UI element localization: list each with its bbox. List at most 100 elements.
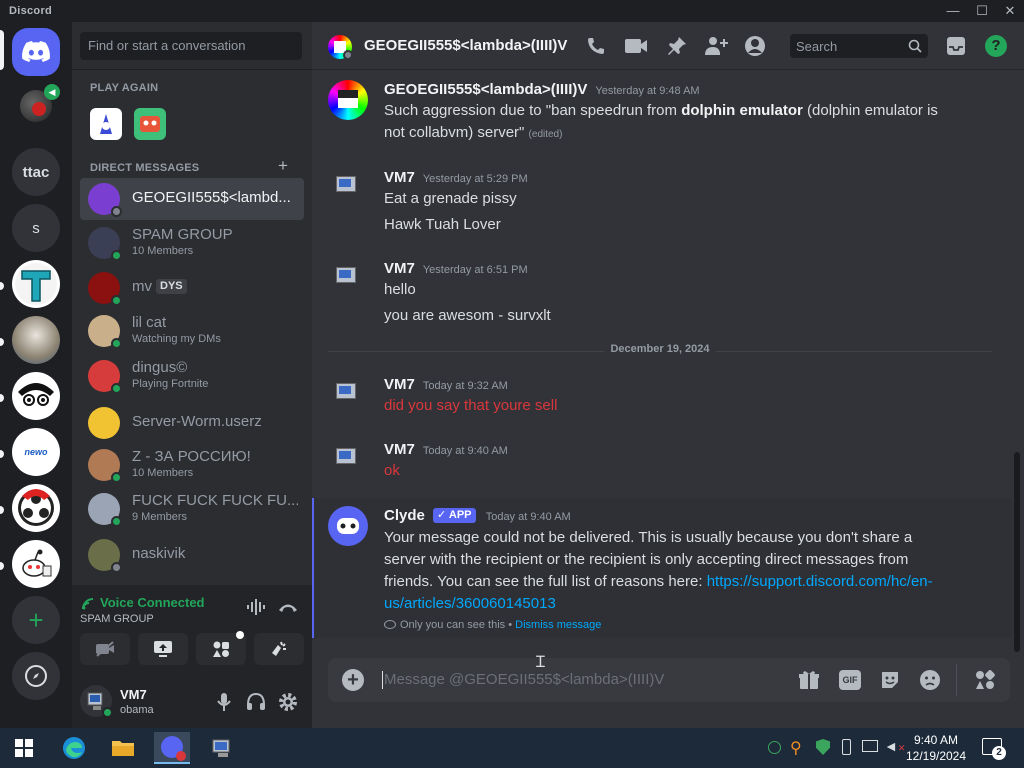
user-name: VM7 — [120, 687, 147, 702]
explore-button[interactable] — [12, 652, 60, 700]
server-ttac[interactable]: ttac — [12, 148, 60, 196]
volume-muted-icon[interactable]: ◄✕ — [884, 738, 905, 754]
disconnect-icon — [279, 604, 297, 612]
tray-status-icon[interactable] — [768, 741, 781, 754]
message-author[interactable]: GEOEGII555$<lambda>(IIII)V — [384, 81, 587, 98]
message-avatar[interactable] — [328, 168, 368, 208]
server-face[interactable] — [12, 372, 60, 420]
maximize-button[interactable]: ☐ — [971, 2, 993, 20]
dm-subtext: 9 Members — [132, 511, 188, 523]
tray-search-icon[interactable]: ⚲ — [790, 738, 802, 758]
message-text: you are awesom - survxlt — [384, 307, 551, 324]
gift-icon[interactable] — [798, 669, 820, 691]
microphone-icon[interactable] — [216, 692, 232, 712]
server-cat[interactable] — [12, 316, 60, 364]
server-obs[interactable] — [12, 484, 60, 532]
camera-off-button[interactable] — [80, 633, 130, 665]
dm-item[interactable]: Z - ЗА РОССИЮ! 10 Members — [80, 444, 304, 486]
status-dot — [111, 472, 122, 483]
pinned-messages-icon[interactable] — [666, 35, 688, 57]
add-friends-icon[interactable] — [704, 35, 728, 57]
edge-taskbar-icon[interactable] — [56, 732, 92, 764]
play-again-game-2[interactable] — [134, 108, 166, 140]
message-text: Such aggression due to "ban speedrun fro… — [384, 102, 938, 119]
dm-item[interactable]: FUCK FUCK FUCK FU... 9 Members — [80, 488, 304, 530]
voice-call-icon[interactable] — [586, 36, 606, 56]
message-author[interactable]: VM7 — [384, 441, 415, 458]
search-input[interactable]: Search — [790, 34, 928, 58]
notifications-icon[interactable]: 2 — [982, 738, 1006, 760]
start-button[interactable] — [6, 732, 42, 764]
edited-tag: (edited) — [528, 129, 563, 140]
dm-item[interactable]: GEOEGII555$<lambd... — [80, 178, 304, 220]
gif-button[interactable]: GIF — [839, 670, 861, 690]
status-dot — [111, 383, 122, 394]
dm-item[interactable]: lil cat Watching my DMs — [80, 310, 304, 352]
support-link-cont[interactable]: us/articles/360060145013 — [384, 595, 556, 612]
user-profile-icon[interactable] — [744, 35, 766, 57]
create-dm-button[interactable]: + — [278, 156, 288, 176]
dm-item[interactable]: SPAM GROUP 10 Members — [80, 222, 304, 264]
home-button[interactable] — [12, 28, 60, 76]
sticker-icon[interactable] — [879, 669, 901, 691]
headphones-icon[interactable] — [246, 692, 266, 712]
video-call-icon[interactable] — [624, 37, 648, 55]
user-panel: VM7 obama — [72, 674, 312, 728]
dm-item[interactable]: dingus© Playing Fortnite — [80, 355, 304, 397]
support-link[interactable]: https://support.discord.com/hc/en- — [707, 573, 933, 590]
network-icon[interactable] — [862, 740, 878, 752]
server-s[interactable]: s — [12, 204, 60, 252]
discord-taskbar-icon[interactable] — [154, 732, 190, 764]
help-icon[interactable]: ? — [985, 35, 1007, 57]
soundboard-button[interactable] — [254, 633, 304, 665]
file-explorer-taskbar-icon[interactable] — [105, 732, 141, 764]
message-avatar[interactable] — [328, 259, 368, 299]
search-placeholder: Search — [796, 39, 838, 54]
game-icon-1 — [100, 114, 112, 134]
message-input[interactable]: Message @GEOEGII555$<lambda>(IIII)V — [384, 671, 664, 688]
dm-item[interactable]: naskivik — [80, 534, 304, 576]
message-author[interactable]: VM7 — [384, 260, 415, 277]
close-button[interactable]: ✕ — [999, 2, 1021, 20]
chat-scrollbar[interactable] — [1014, 452, 1020, 652]
message-text-failed: did you say that youre sell — [384, 397, 558, 414]
text-cursor — [382, 671, 383, 689]
usb-device-icon[interactable] — [842, 739, 851, 755]
message-avatar[interactable] — [328, 375, 368, 415]
message-avatar[interactable] — [328, 440, 368, 480]
vm-taskbar-icon[interactable] — [204, 732, 240, 764]
message-author[interactable]: VM7 — [384, 169, 415, 186]
attach-plus-button[interactable]: + — [342, 669, 364, 691]
dismiss-message-link[interactable]: Dismiss message — [515, 619, 601, 631]
user-avatar[interactable] — [80, 685, 113, 718]
status-dot — [111, 295, 122, 306]
server-t[interactable] — [12, 260, 60, 308]
clyde-avatar[interactable] — [328, 506, 368, 546]
server-newo[interactable]: newo — [12, 428, 60, 476]
dm-subtext: Playing Fortnite — [132, 378, 209, 390]
dm-item[interactable]: Server-Worm.userz — [80, 402, 304, 444]
screen-share-button[interactable] — [138, 633, 188, 665]
clyde-author[interactable]: Clyde — [384, 507, 425, 524]
taskbar-clock[interactable]: 9:40 AM 12/19/2024 — [904, 732, 968, 764]
app-launcher-icon[interactable] — [974, 669, 996, 691]
play-again-game-1[interactable] — [90, 108, 122, 140]
emoji-icon[interactable] — [919, 669, 941, 691]
clock-date: 12/19/2024 — [905, 749, 967, 763]
minimize-button[interactable]: — — [942, 2, 964, 20]
find-conversation-input[interactable]: Find or start a conversation — [80, 32, 302, 60]
dm-item[interactable]: mv DYS — [80, 267, 304, 309]
defender-shield-icon[interactable] — [816, 739, 830, 755]
add-server-button[interactable]: + — [12, 596, 60, 644]
message-header: VM7 Yesterday at 6:51 PM — [384, 260, 528, 277]
message-author[interactable]: VM7 — [384, 376, 415, 393]
activities-button[interactable] — [196, 631, 246, 665]
voice-server-item[interactable]: ◀ — [12, 84, 72, 128]
gear-icon[interactable] — [278, 692, 298, 712]
voice-channel[interactable]: SPAM GROUP — [80, 613, 154, 625]
only-you-text: Only you can see this — [400, 619, 506, 631]
video-off-icon — [96, 641, 114, 657]
message-avatar[interactable] — [328, 80, 368, 120]
inbox-icon[interactable] — [946, 36, 966, 56]
server-reddit[interactable] — [12, 540, 60, 588]
